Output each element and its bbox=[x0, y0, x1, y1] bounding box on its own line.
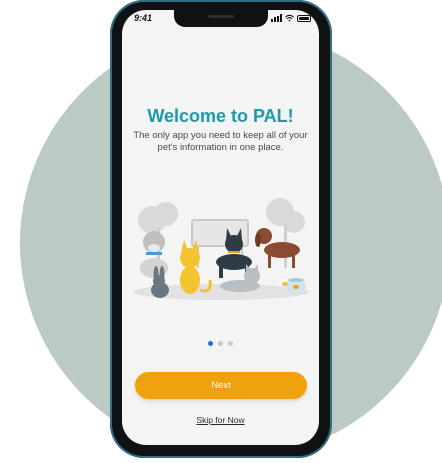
brown-dog bbox=[255, 228, 300, 268]
subtitle-line-1: The only app you need to keep all of you… bbox=[133, 130, 308, 141]
page-dot[interactable] bbox=[218, 341, 223, 346]
welcome-subtitle: The only app you need to keep all of you… bbox=[128, 130, 313, 154]
wifi-icon bbox=[285, 14, 294, 22]
status-icons bbox=[271, 14, 311, 22]
speaker-grille bbox=[208, 15, 234, 18]
welcome-title: Welcome to PAL! bbox=[147, 106, 294, 126]
skip-link[interactable]: Skip for Now bbox=[122, 415, 319, 425]
page-dot-active[interactable] bbox=[208, 341, 213, 346]
phone-frame: 9:41 Welcome to PAL! The only app you ne… bbox=[110, 0, 332, 458]
pets-illustration bbox=[133, 198, 309, 300]
battery-icon bbox=[297, 14, 311, 22]
phone-screen: 9:41 Welcome to PAL! The only app you ne… bbox=[122, 10, 319, 445]
next-button[interactable]: Next bbox=[135, 372, 307, 399]
signal-icon bbox=[271, 14, 282, 22]
status-time: 9:41 bbox=[134, 13, 153, 23]
page-indicator bbox=[122, 341, 319, 346]
subtitle-line-2: pet's information in one place. bbox=[157, 142, 284, 153]
page-dot[interactable] bbox=[228, 341, 233, 346]
phone-notch bbox=[174, 10, 268, 27]
